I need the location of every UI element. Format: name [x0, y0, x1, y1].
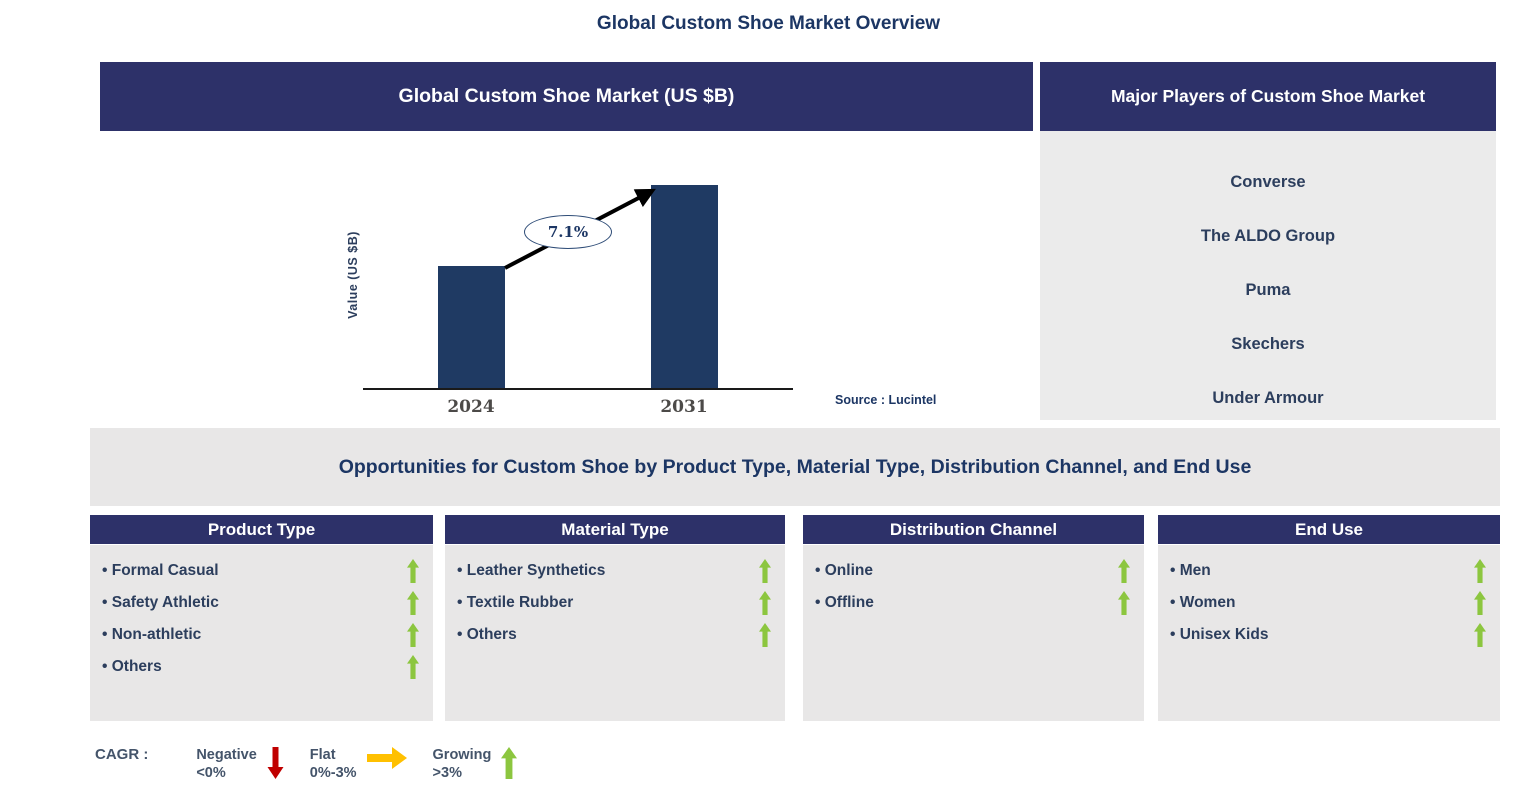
- opportunity-column-header: Distribution Channel: [803, 515, 1144, 544]
- opportunity-column-body: • Online • Offline: [803, 545, 1144, 721]
- player-name: Skechers: [1231, 334, 1305, 353]
- opportunity-column-distribution-channel: Distribution Channel • Online • Offline: [803, 515, 1144, 721]
- bar-chart: Value (US $B) 7.1% 2024 2031 Source : Lu…: [100, 131, 1033, 428]
- opportunity-item: • Women: [1170, 587, 1486, 619]
- opportunity-item: • Formal Casual: [102, 555, 419, 587]
- opportunity-item-label: • Others: [457, 626, 517, 643]
- market-overview-infographic: Global Custom Shoe Market Overview Globa…: [0, 0, 1537, 792]
- up-arrow-icon: [759, 558, 771, 584]
- right-arrow-icon: [366, 747, 407, 769]
- opportunity-item-label: • Non-athletic: [102, 626, 202, 643]
- cagr-legend: CAGR : Negative <0% Flat 0%-3% Growing >3%: [95, 746, 543, 782]
- legend-entry-text: Negative <0%: [196, 747, 257, 781]
- opportunity-item: • Others: [102, 651, 419, 683]
- up-arrow-icon: [407, 622, 419, 648]
- up-arrow-icon: [1118, 558, 1130, 584]
- major-players-header: Major Players of Custom Shoe Market: [1040, 62, 1496, 131]
- up-arrow-icon: [1474, 590, 1486, 616]
- legend-entry-negative: Negative <0%: [196, 746, 284, 782]
- opportunity-column-end-use: End Use • Men • Women • Unisex Kids: [1158, 515, 1500, 721]
- player-name: The ALDO Group: [1200, 226, 1336, 245]
- up-arrow-icon: [407, 654, 419, 680]
- up-arrow-icon: [407, 590, 419, 616]
- opportunity-column-body: • Formal Casual • Safety Athletic • Non-at…: [90, 545, 433, 721]
- opportunity-item-label: • Offline: [815, 594, 874, 611]
- chart-panel-header: Global Custom Shoe Market (US $B): [100, 62, 1033, 131]
- x-tick-label: 2031: [660, 397, 708, 417]
- up-arrow-icon: [1118, 590, 1130, 616]
- growth-arrow-icon: [504, 188, 656, 270]
- opportunity-column-product-type: Product Type • Formal Casual • Safety Athl…: [90, 515, 433, 721]
- legend-entry-flat: Flat 0%-3%: [310, 746, 407, 782]
- opportunity-item-label: • Textile Rubber: [457, 594, 574, 611]
- opportunity-item-label: • Safety Athletic: [102, 594, 219, 611]
- opportunity-item: • Others: [457, 619, 771, 651]
- opportunity-item: • Safety Athletic: [102, 587, 419, 619]
- cagr-legend-label: CAGR :: [95, 746, 149, 763]
- legend-entry-text: Flat 0%-3%: [309, 747, 357, 781]
- legend-entry-text: Growing >3%: [432, 747, 492, 781]
- opportunity-item-label: • Women: [1170, 594, 1236, 611]
- opportunity-item: • Leather Synthetics: [457, 555, 771, 587]
- opportunity-column-body: • Leather Synthetics • Textile Rubber • Ot…: [445, 545, 785, 721]
- cagr-callout: 7.1%: [524, 215, 612, 249]
- up-arrow-icon: [407, 558, 419, 584]
- up-arrow-icon: [759, 590, 771, 616]
- opportunities-banner: Opportunities for Custom Shoe by Product…: [90, 428, 1500, 506]
- opportunity-item: • Unisex Kids: [1170, 619, 1486, 651]
- major-players-panel: Major Players of Custom Shoe Market Conv…: [1040, 62, 1496, 420]
- opportunity-item-label: • Leather Synthetics: [457, 562, 606, 579]
- up-arrow-icon: [501, 747, 518, 779]
- up-arrow-icon: [1474, 558, 1486, 584]
- opportunity-item: • Online: [815, 555, 1130, 587]
- x-axis-line: [363, 388, 793, 390]
- opportunity-column-header: Material Type: [445, 515, 785, 544]
- opportunity-item: • Non-athletic: [102, 619, 419, 651]
- player-name: Converse: [1230, 172, 1306, 191]
- legend-entry-growing: Growing >3%: [433, 746, 518, 782]
- opportunity-item-label: • Men: [1170, 562, 1211, 579]
- opportunity-item-label: • Others: [102, 658, 162, 675]
- opportunity-item-label: • Online: [815, 562, 873, 579]
- player-name: Puma: [1245, 280, 1291, 299]
- x-tick-label: 2024: [447, 397, 495, 417]
- down-arrow-icon: [267, 747, 284, 779]
- opportunity-column-body: • Men • Women • Unisex Kids: [1158, 545, 1500, 721]
- major-players-list: Converse The ALDO Group Puma Skechers Under …: [1040, 131, 1496, 420]
- opportunity-item-label: • Unisex Kids: [1170, 626, 1269, 643]
- opportunity-column-header: End Use: [1158, 515, 1500, 544]
- up-arrow-icon: [1474, 622, 1486, 648]
- player-name: Under Armour: [1212, 388, 1324, 407]
- opportunity-item: • Offline: [815, 587, 1130, 619]
- opportunity-item-label: • Formal Casual: [102, 562, 219, 579]
- opportunity-item: • Textile Rubber: [457, 587, 771, 619]
- page-title: Global Custom Shoe Market Overview: [596, 13, 941, 34]
- up-arrow-icon: [759, 622, 771, 648]
- opportunity-column-material-type: Material Type • Leather Synthetics • Texti…: [445, 515, 785, 721]
- opportunity-item: • Men: [1170, 555, 1486, 587]
- source-note: Source : Lucintel: [835, 393, 937, 407]
- opportunity-column-header: Product Type: [90, 515, 433, 544]
